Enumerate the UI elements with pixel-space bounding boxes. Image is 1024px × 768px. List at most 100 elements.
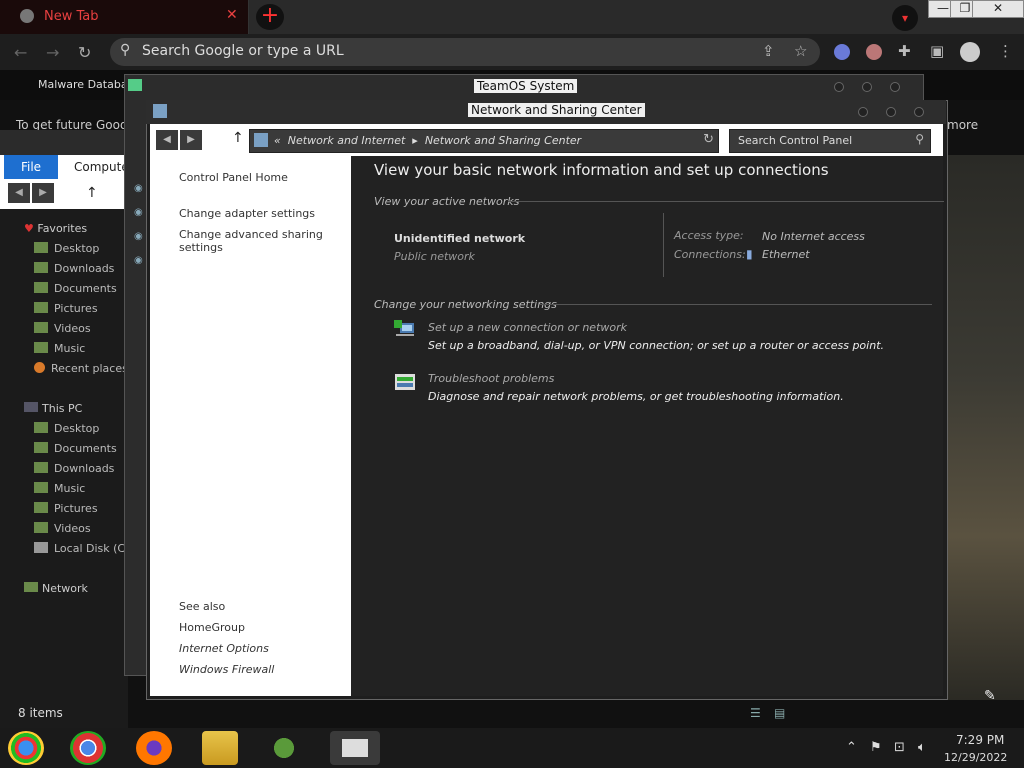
nsc-window-title: Network and Sharing Center	[468, 103, 645, 117]
volume-icon[interactable]: 🔈︎	[918, 740, 926, 755]
file-explorer-icon[interactable]	[202, 731, 238, 765]
tab-favicon-icon	[20, 9, 34, 23]
extension-avatar-icon[interactable]	[866, 44, 882, 60]
nav-item-downloads[interactable]: Downloads	[34, 262, 114, 275]
breadcrumb-network-internet[interactable]: Network and Internet	[288, 134, 406, 147]
forward-icon[interactable]: →	[46, 43, 59, 62]
nav-item-music[interactable]: Music	[34, 342, 85, 355]
back-icon[interactable]: ←	[14, 43, 27, 62]
file-menu-button[interactable]: File	[4, 155, 58, 179]
search-control-panel-input[interactable]: Search Control Panel ⚲	[729, 129, 931, 153]
sidebar-icon[interactable]: ▣	[930, 42, 944, 60]
network-breadcrumb-icon	[254, 133, 268, 147]
clock-time[interactable]: 7:29 PM	[956, 733, 1004, 747]
nav-item-documents[interactable]: Documents	[34, 282, 117, 295]
close-window-button[interactable]: ✕	[972, 0, 1024, 18]
chevron-up-icon[interactable]: ⌃	[846, 740, 857, 755]
chrome-tab-new-tab[interactable]: New Tab ✕	[0, 0, 249, 34]
teamos-close-button[interactable]	[890, 82, 900, 92]
pc-item-documents[interactable]: Documents	[34, 442, 117, 455]
start-icon[interactable]	[8, 731, 44, 765]
people-icon[interactable]	[266, 731, 302, 765]
divider	[540, 304, 932, 305]
tab-search-chevron-icon[interactable]: ▾	[892, 5, 918, 31]
star-icon[interactable]: ☆	[794, 42, 807, 60]
network-group[interactable]: Network	[24, 582, 88, 595]
favorites-group[interactable]: ♥ Favorites	[24, 222, 87, 235]
troubleshoot-description: Diagnose and repair network problems, or…	[428, 390, 844, 403]
explorer-forward-button[interactable]: ▶	[32, 183, 54, 203]
up-arrow-icon[interactable]: ↑	[232, 130, 244, 146]
extension-icon[interactable]: ✚	[898, 42, 911, 60]
teamos-side-icon: ◉	[134, 255, 143, 266]
search-icon[interactable]: ⚲	[915, 132, 924, 146]
nsc-maximize-button[interactable]	[886, 107, 896, 117]
breadcrumb-network-sharing-center[interactable]: Network and Sharing Center	[425, 134, 581, 147]
network-icon[interactable]: ⊡	[894, 740, 905, 755]
network-type-link[interactable]: Public network	[394, 250, 475, 263]
more-link[interactable]: more	[947, 118, 978, 132]
teamos-maximize-button[interactable]	[862, 82, 872, 92]
explorer-back-button[interactable]: ◀	[8, 183, 30, 203]
nav-item-pictures[interactable]: Pictures	[34, 302, 98, 315]
nav-item-desktop[interactable]: Desktop	[34, 242, 99, 255]
tab-title: New Tab	[44, 9, 99, 24]
search-placeholder: Search Control Panel	[738, 134, 853, 147]
network-center-icon	[153, 104, 167, 118]
nav-item-recent-places[interactable]: Recent places	[34, 362, 128, 375]
new-tab-button[interactable]: +	[256, 4, 284, 30]
explorer-up-arrow-icon[interactable]: ↑	[86, 185, 98, 201]
homegroup-link[interactable]: HomeGroup	[179, 621, 245, 634]
pc-item-local-disk[interactable]: Local Disk (C:	[34, 542, 129, 555]
this-pc-group[interactable]: This PC	[24, 402, 82, 415]
change-advanced-sharing-link[interactable]: Change advanced sharing settings	[179, 228, 329, 254]
troubleshoot-link[interactable]: Troubleshoot problems	[428, 372, 554, 385]
nsc-close-button[interactable]	[914, 107, 924, 117]
change-adapter-settings-link[interactable]: Change adapter settings	[179, 207, 315, 220]
pc-item-desktop[interactable]: Desktop	[34, 422, 99, 435]
divider	[508, 201, 944, 202]
extension-flag-icon[interactable]	[834, 44, 850, 60]
troubleshoot-icon	[395, 374, 415, 390]
new-connection-icon	[394, 320, 414, 336]
see-also-label: See also	[179, 600, 226, 613]
teamos-side-icon: ◉	[134, 231, 143, 242]
back-button[interactable]: ◀	[156, 130, 178, 150]
details-view-icon[interactable]: ☰	[750, 706, 761, 720]
firefox-icon[interactable]	[136, 731, 172, 765]
menu-icon[interactable]: ⋮	[998, 42, 1013, 60]
setup-connection-link[interactable]: Set up a new connection or network	[428, 321, 627, 334]
internet-options-link[interactable]: Internet Options	[179, 642, 269, 655]
control-panel-home-link[interactable]: Control Panel Home	[179, 171, 288, 184]
reload-icon[interactable]: ↻	[78, 43, 91, 62]
refresh-icon[interactable]: ↻	[703, 132, 714, 147]
tab-close-icon[interactable]: ✕	[226, 7, 238, 23]
omnibox[interactable]: ⚲ Search Google or type a URL	[110, 38, 820, 66]
setup-connection-description: Set up a broadband, dial-up, or VPN conn…	[428, 339, 885, 352]
flag-icon[interactable]: ⚑	[870, 740, 882, 755]
chrome-icon[interactable]	[70, 731, 106, 765]
nav-item-videos[interactable]: Videos	[34, 322, 91, 335]
nsc-minimize-button[interactable]	[858, 107, 868, 117]
clock-date[interactable]: 12/29/2022	[944, 751, 1007, 764]
connections-label: Connections:	[674, 248, 746, 261]
pc-item-music[interactable]: Music	[34, 482, 85, 495]
pc-item-pictures[interactable]: Pictures	[34, 502, 98, 515]
windows-firewall-link[interactable]: Windows Firewall	[179, 663, 274, 676]
large-icons-view-icon[interactable]: ▤	[774, 706, 785, 720]
pc-item-downloads[interactable]: Downloads	[34, 462, 114, 475]
search-icon: ⚲	[120, 42, 131, 58]
bookmark-malware-database[interactable]: Malware Databa	[38, 78, 128, 91]
pc-item-videos[interactable]: Videos	[34, 522, 91, 535]
wallpaper-image	[944, 155, 1024, 700]
profile-icon[interactable]	[960, 42, 980, 62]
control-panel-icon[interactable]	[330, 731, 380, 765]
teamos-side-icon: ◉	[134, 207, 143, 218]
active-networks-label: View your active networks	[374, 195, 520, 208]
ethernet-connection-link[interactable]: Ethernet	[762, 248, 810, 261]
edit-pencil-icon[interactable]: ✎	[984, 688, 996, 704]
forward-button[interactable]: ▶	[180, 130, 202, 150]
address-bar[interactable]: « Network and Internet ▸ Network and Sha…	[249, 129, 719, 153]
share-icon[interactable]: ⇪	[762, 42, 775, 60]
teamos-minimize-button[interactable]	[834, 82, 844, 92]
